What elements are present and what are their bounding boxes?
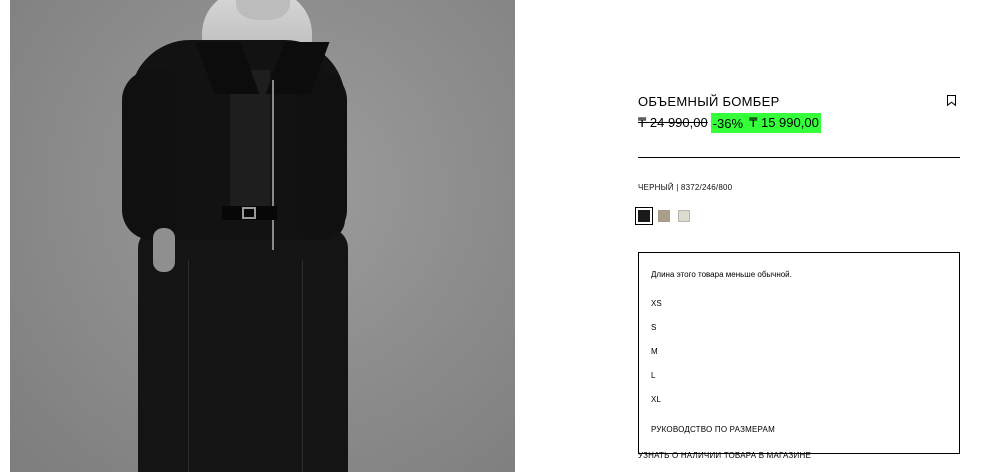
color-and-reference: ЧЕРНЫЙ | 8372/246/800 [638, 183, 733, 192]
product-image [10, 0, 515, 472]
divider [638, 157, 960, 158]
size-selector: Длина этого товара меньше обычной. XS S … [638, 252, 960, 454]
size-option-xl[interactable]: XL [651, 395, 661, 404]
product-info-panel: ОБЪЕМНЫЙ БОМБЕР ₸ 24 990,00 -36% ₸ 15 99… [635, 0, 960, 472]
product-title: ОБЪЕМНЫЙ БОМБЕР [638, 94, 780, 109]
size-option-l[interactable]: L [651, 371, 655, 380]
bookmark-icon[interactable] [947, 95, 956, 106]
old-price: ₸ 24 990,00 [638, 115, 708, 130]
trouser-crease-left [188, 260, 189, 472]
swatch-taupe[interactable] [658, 210, 670, 222]
model-hand [153, 228, 175, 272]
size-guide-link[interactable]: РУКОВОДСТВО ПО РАЗМЕРАМ [651, 425, 775, 434]
swatch-cream[interactable] [678, 210, 690, 222]
discount-highlight: -36% ₸ 15 990,00 [710, 113, 821, 133]
discount-percent: -36% [712, 115, 744, 131]
price-row: ₸ 24 990,00 -36% ₸ 15 990,00 [638, 113, 821, 133]
sale-price: ₸ 15 990,00 [749, 115, 819, 130]
size-option-m[interactable]: M [651, 347, 658, 356]
size-option-s[interactable]: S [651, 323, 656, 332]
size-option-xs[interactable]: XS [651, 299, 662, 308]
jacket-sleeve-left [122, 70, 177, 240]
size-note: Длина этого товара меньше обычной. [651, 270, 792, 279]
trouser-crease-right [302, 260, 303, 472]
store-availability-link[interactable]: УЗНАТЬ О НАЛИЧИИ ТОВАРА В МАГАЗИНЕ [638, 451, 811, 460]
color-swatches [635, 207, 690, 225]
product-page: ОБЪЕМНЫЙ БОМБЕР ₸ 24 990,00 -36% ₸ 15 99… [0, 0, 1002, 472]
belt-buckle [242, 207, 256, 219]
jacket-zipper [272, 80, 274, 250]
jacket-sleeve-right [295, 70, 347, 240]
swatch-black[interactable] [635, 207, 653, 225]
